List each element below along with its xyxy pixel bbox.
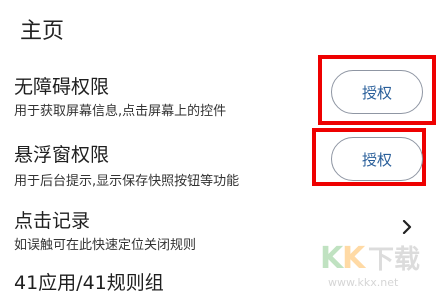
click-log-desc: 如误触可在此快速定位关闭规则 xyxy=(14,238,197,253)
overlay-title: 悬浮窗权限 xyxy=(14,144,110,166)
accessibility-grant-button[interactable]: 授权 xyxy=(331,70,423,114)
stats-text[interactable]: 41应用/41规则组 xyxy=(14,268,164,295)
svg-text:www.kkx.net: www.kkx.net xyxy=(328,276,399,289)
page-title: 主页 xyxy=(20,19,65,44)
overlay-grant-button[interactable]: 授权 xyxy=(331,137,423,181)
accessibility-desc: 用于获取屏幕信息,点击屏幕上的控件 xyxy=(14,104,227,119)
click-log-row[interactable]: 点击记录 如误触可在此快速定位关闭规则 xyxy=(0,198,436,258)
chevron-right-icon[interactable] xyxy=(400,220,414,234)
accessibility-title: 无障碍权限 xyxy=(14,76,110,98)
overlay-desc: 用于后台提示,显示保存快照按钮等功能 xyxy=(14,174,240,189)
click-log-title: 点击记录 xyxy=(14,210,91,232)
home-screen: 主页 无障碍权限 用于获取屏幕信息,点击屏幕上的控件 授权 悬浮窗权限 用于后台… xyxy=(0,0,436,298)
